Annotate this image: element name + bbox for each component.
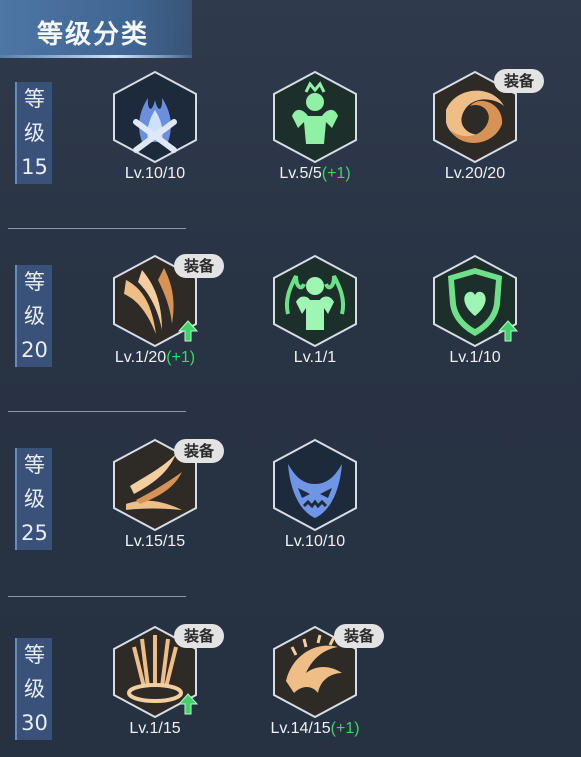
level-bonus: (+1) bbox=[330, 720, 360, 737]
tier-label-25: 等 级 25 bbox=[15, 448, 52, 550]
level-text: Lv.1/1 bbox=[293, 349, 337, 366]
level-text: Lv.10/10 bbox=[284, 533, 346, 550]
page-title: 等级分类 bbox=[37, 20, 150, 50]
green-flame-warrior-icon bbox=[273, 254, 357, 348]
level-text: Lv.15/15 bbox=[124, 533, 186, 550]
blue-demon-mask-icon bbox=[273, 438, 357, 532]
skill-slot[interactable]: Lv.1/10 bbox=[410, 254, 530, 366]
level-bonus: (+1) bbox=[321, 165, 351, 182]
skill-level: Lv.1/15 bbox=[90, 720, 220, 738]
level-text: Lv.20/20 bbox=[444, 165, 506, 182]
tier-label-20: 等 级 20 bbox=[15, 265, 52, 367]
level-text: Lv.1/20 bbox=[114, 349, 167, 366]
tier-char: 等 bbox=[24, 643, 45, 667]
skill-level: Lv.15/15 bbox=[90, 533, 220, 551]
level-text: Lv.10/10 bbox=[124, 165, 186, 182]
header-glow bbox=[0, 55, 192, 58]
equip-badge: 装备 bbox=[494, 69, 544, 93]
equip-badge: 装备 bbox=[174, 254, 224, 278]
skill-level: Lv.14/15(+1) bbox=[250, 720, 380, 738]
level-text: Lv.1/10 bbox=[449, 349, 501, 366]
tier-char: 级 bbox=[24, 304, 45, 328]
tier-char: 级 bbox=[24, 121, 45, 145]
equip-badge: 装备 bbox=[174, 439, 224, 463]
tier-char: 级 bbox=[24, 487, 45, 511]
tier-divider bbox=[8, 228, 186, 229]
skill-level: Lv.10/10 bbox=[250, 533, 380, 551]
skill-level: Lv.1/1 bbox=[250, 349, 380, 367]
skill-level: Lv.1/10 bbox=[410, 349, 540, 367]
skill-level: Lv.20/20 bbox=[410, 165, 540, 183]
skill-slot[interactable]: Lv.10/10 bbox=[90, 70, 210, 182]
tier-divider bbox=[8, 596, 186, 597]
skill-slot[interactable]: 装备 Lv.1/15 bbox=[90, 624, 224, 737]
tier-label-15: 等 级 15 bbox=[15, 82, 52, 184]
tier-level: 30 bbox=[21, 711, 48, 735]
tier-level: 25 bbox=[21, 521, 48, 545]
tier-divider bbox=[8, 411, 186, 412]
skill-slot[interactable]: 装备 Lv.20/20 bbox=[410, 69, 544, 182]
skill-level: Lv.10/10 bbox=[90, 165, 220, 183]
green-flexing-warrior-icon bbox=[273, 70, 357, 164]
level-text: Lv.14/15 bbox=[270, 720, 331, 737]
tier-char: 等 bbox=[24, 270, 45, 294]
equip-badge: 装备 bbox=[334, 624, 384, 648]
skill-slot[interactable]: Lv.1/1 bbox=[250, 254, 370, 366]
upgrade-arrow-icon bbox=[498, 320, 518, 342]
upgrade-arrow-icon bbox=[178, 320, 198, 342]
skill-slot[interactable]: Lv.5/5(+1) bbox=[250, 70, 370, 182]
equip-badge: 装备 bbox=[174, 624, 224, 648]
tier-char: 等 bbox=[24, 87, 45, 111]
upgrade-arrow-icon bbox=[178, 693, 198, 715]
level-bonus: (+1) bbox=[166, 349, 196, 366]
skill-slot[interactable]: 装备 Lv.15/15 bbox=[90, 438, 224, 550]
blue-flame-cross-icon bbox=[113, 70, 197, 164]
tier-label-30: 等 级 30 bbox=[15, 638, 52, 740]
level-text: Lv.1/15 bbox=[129, 720, 181, 737]
tier-level: 15 bbox=[21, 155, 48, 179]
tier-char: 级 bbox=[24, 677, 45, 701]
skill-slot[interactable]: Lv.10/10 bbox=[250, 438, 370, 550]
skill-level: Lv.5/5(+1) bbox=[250, 165, 380, 183]
level-text: Lv.5/5 bbox=[279, 165, 322, 182]
tier-char: 等 bbox=[24, 453, 45, 477]
skill-slot[interactable]: 装备 Lv.1/20(+1) bbox=[90, 254, 224, 366]
tier-level: 20 bbox=[21, 338, 48, 362]
skill-slot[interactable]: 装备 Lv.14/15(+1) bbox=[250, 624, 384, 737]
skill-level: Lv.1/20(+1) bbox=[90, 349, 220, 367]
